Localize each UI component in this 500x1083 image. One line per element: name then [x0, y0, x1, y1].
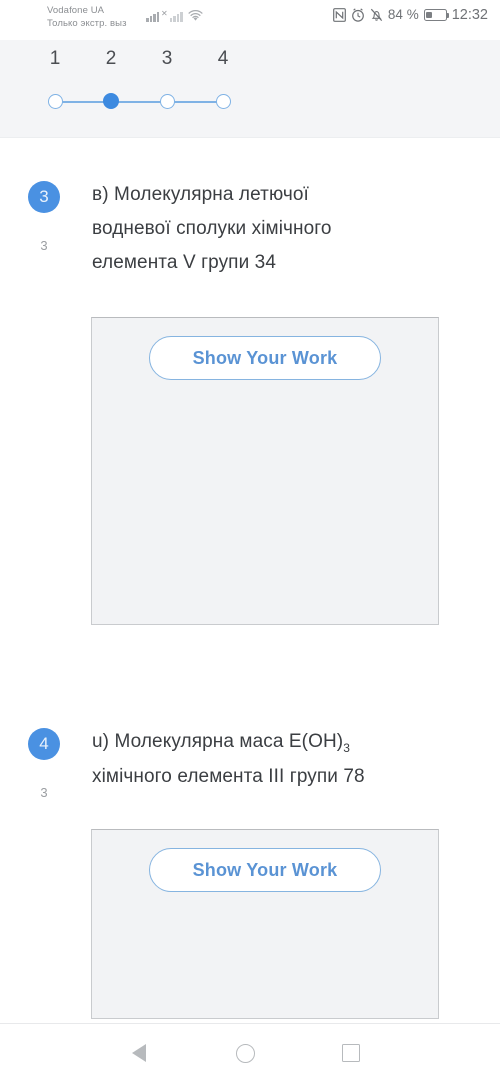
status-bar-signal-group: ✕ — [146, 10, 203, 22]
question-text-line: водневої сполуки хімічного — [92, 218, 332, 239]
battery-icon — [423, 9, 450, 21]
step-label-3: 3 — [161, 48, 173, 69]
step-label-4: 4 — [217, 48, 229, 69]
cellular-signal-no-service-icon — [169, 12, 183, 22]
clock-time: 12:32 — [451, 7, 488, 23]
carrier-emergency-only: Только экстр. выз — [47, 18, 127, 29]
answer-work-area[interactable]: Show Your Work — [91, 829, 439, 1019]
question-text: u) Молекулярна маса E(OH)3 хімічного еле… — [92, 725, 462, 794]
bell-muted-icon — [370, 8, 383, 22]
question-points: 3 — [40, 785, 48, 800]
home-circle-icon[interactable] — [236, 1044, 255, 1063]
question-text-line: хімічного елемента III групи 78 — [92, 766, 365, 787]
question-text-formula: u) Молекулярна маса E(OH) — [92, 731, 344, 752]
nfc-icon — [333, 8, 346, 22]
question-points: 3 — [40, 238, 48, 253]
question-text-line: u) Молекулярна маса E(OH)3 — [92, 725, 462, 760]
show-your-work-button[interactable]: Show Your Work — [149, 848, 381, 892]
stepper-dot-1[interactable] — [48, 94, 63, 109]
formula-subscript: 3 — [343, 741, 350, 755]
battery-percent-label: 84 % — [387, 7, 419, 22]
wifi-icon — [188, 10, 203, 21]
step-label-1: 1 — [49, 48, 61, 69]
carrier-label: Vodafone UA Только экстр. выз — [47, 4, 127, 30]
question-text: в) Молекулярна летючої водневої сполуки … — [92, 178, 442, 280]
back-triangle-icon[interactable] — [132, 1044, 146, 1062]
stepper-dot-3[interactable] — [160, 94, 175, 109]
stepper-track — [55, 101, 223, 103]
status-bar: Vodafone UA Только экстр. выз ✕ 84 % 12:… — [0, 0, 500, 40]
carrier-name: Vodafone UA — [47, 5, 105, 16]
stepper-dot-4[interactable] — [216, 94, 231, 109]
question-text-line: елемента V групи 34 — [92, 252, 276, 273]
recents-square-icon[interactable] — [342, 1044, 360, 1062]
cellular-signal-icon — [146, 12, 159, 22]
answer-work-area[interactable]: Show Your Work — [91, 317, 439, 625]
question-number-badge: 3 — [28, 181, 60, 213]
progress-stepper: 1 2 3 4 — [0, 40, 500, 138]
show-your-work-button[interactable]: Show Your Work — [149, 336, 381, 380]
question-text-line: в) Молекулярна летючої — [92, 184, 309, 205]
question-number-badge: 4 — [28, 728, 60, 760]
status-bar-right-group: 84 % 12:32 — [333, 7, 488, 23]
android-navigation-bar — [0, 1023, 500, 1083]
stepper-dot-2[interactable] — [103, 93, 119, 109]
no-service-x-icon: ✕ — [161, 9, 168, 18]
step-label-2: 2 — [105, 48, 117, 69]
alarm-clock-icon — [352, 8, 364, 22]
